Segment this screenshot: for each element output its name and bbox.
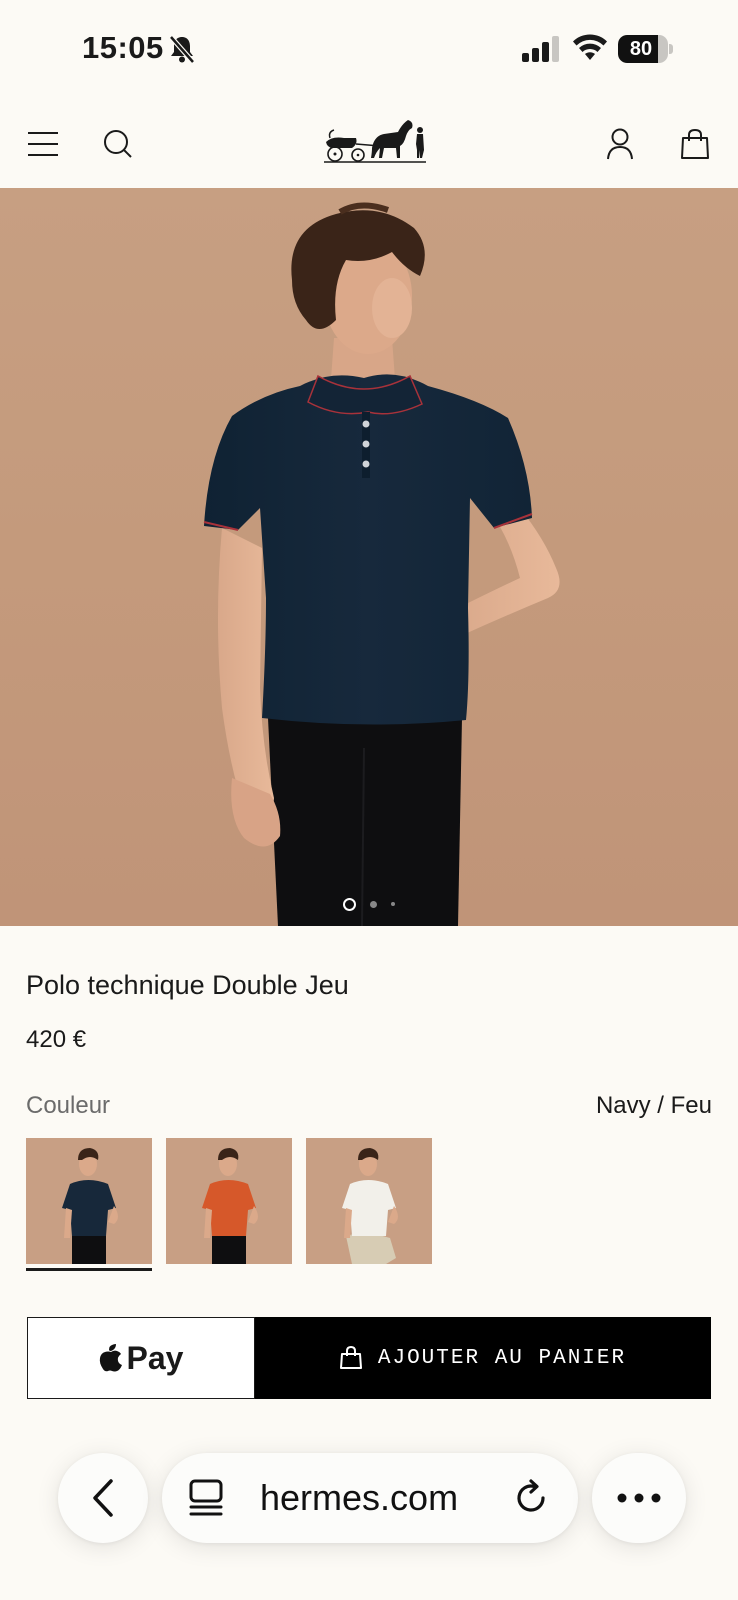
search-icon (104, 130, 132, 158)
add-to-cart-button[interactable]: AJOUTER AU PANIER (255, 1317, 711, 1399)
carousel-dot-1[interactable] (343, 897, 356, 911)
wifi-icon (573, 34, 607, 60)
reload-icon[interactable] (512, 1479, 550, 1517)
browser-toolbar: hermes.com (0, 1440, 738, 1600)
address-bar[interactable]: hermes.com (162, 1453, 578, 1543)
product-title: Polo technique Double Jeu (26, 970, 349, 1000)
more-options-icon (617, 1493, 661, 1503)
cart-button[interactable] (671, 120, 719, 168)
reader-tabs-icon (189, 1479, 223, 1516)
apple-logo-icon (99, 1344, 122, 1372)
chevron-left-icon (93, 1479, 113, 1517)
hermes-logo[interactable] (322, 114, 428, 168)
carousel-dot-3[interactable] (391, 902, 395, 906)
account-button[interactable] (596, 120, 644, 168)
color-swatch-navy[interactable] (26, 1138, 152, 1274)
add-to-cart-label: AJOUTER AU PANIER (377, 1346, 627, 1370)
apple-pay-label: Pay (126, 1339, 184, 1376)
shopping-bag-icon (339, 1346, 362, 1369)
browser-back-button[interactable] (58, 1453, 148, 1543)
color-swatch-orange[interactable] (166, 1138, 292, 1274)
apple-pay-button[interactable]: Pay (27, 1317, 255, 1399)
battery-indicator: 80 (618, 35, 673, 63)
battery-level: 80 (629, 38, 653, 60)
menu-button[interactable] (19, 120, 67, 168)
browser-more-button[interactable] (592, 1453, 686, 1543)
status-bar: 15:05 80 (0, 0, 738, 100)
carousel-pagination (0, 896, 738, 912)
color-label: Couleur (26, 1092, 111, 1119)
cellular-signal-icon (522, 36, 559, 62)
site-header (0, 100, 738, 188)
search-button[interactable] (94, 120, 142, 168)
product-image-carousel[interactable] (0, 188, 738, 926)
menu-icon (28, 132, 58, 156)
status-time: 15:05 (82, 30, 164, 65)
url-text: hermes.com (260, 1477, 459, 1518)
product-price: 420 € (26, 1026, 87, 1053)
color-swatch-white[interactable] (306, 1138, 432, 1274)
swatch-thumbnail (202, 1148, 258, 1264)
selected-color-name: Navy / Feu (595, 1092, 712, 1119)
account-icon (607, 128, 633, 160)
carousel-dot-2[interactable] (370, 900, 377, 908)
selected-swatch-indicator (26, 1268, 152, 1271)
swatch-thumbnail (62, 1148, 118, 1264)
product-photo (203, 202, 560, 926)
swatch-thumbnail (342, 1148, 398, 1264)
shopping-bag-icon (681, 128, 709, 159)
bell-muted-icon (169, 35, 195, 64)
